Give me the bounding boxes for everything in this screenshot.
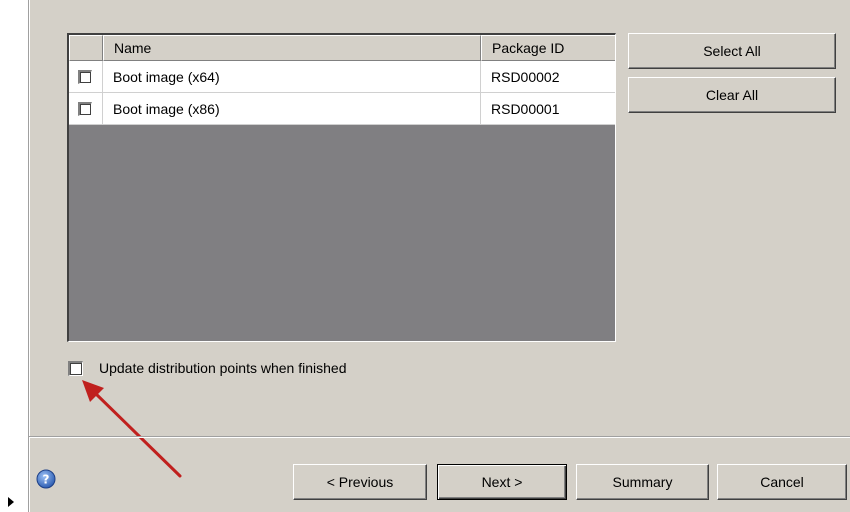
- left-navigation-strip: [0, 0, 28, 512]
- help-icon[interactable]: ?: [36, 469, 56, 489]
- select-all-button[interactable]: Select All: [628, 33, 836, 69]
- red-arrow-annotation: [82, 380, 182, 478]
- row-name: Boot image (x64): [103, 61, 481, 93]
- table-row[interactable]: Boot image (x64) RSD00002: [69, 61, 615, 93]
- list-header: Name Package ID: [69, 35, 615, 61]
- row-package-id: RSD00002: [491, 69, 560, 85]
- row-checkbox[interactable]: [78, 70, 92, 84]
- next-button[interactable]: Next >: [437, 464, 567, 500]
- row-checkbox-cell: [69, 93, 103, 125]
- previous-button[interactable]: < Previous: [293, 464, 427, 500]
- footer-separator-highlight: [29, 437, 850, 438]
- cancel-button[interactable]: Cancel: [717, 464, 847, 500]
- table-row[interactable]: Boot image (x86) RSD00001: [69, 93, 615, 125]
- summary-button[interactable]: Summary: [576, 464, 709, 500]
- row-checkbox-cell: [69, 61, 103, 93]
- row-package-id: RSD00001: [491, 101, 560, 117]
- svg-text:?: ?: [43, 473, 50, 487]
- expand-arrow-icon[interactable]: [6, 496, 16, 508]
- header-name[interactable]: Name: [103, 35, 481, 61]
- header-checkbox-column: [69, 35, 103, 61]
- clear-all-button[interactable]: Clear All: [628, 77, 836, 113]
- row-checkbox[interactable]: [78, 102, 92, 116]
- row-name: Boot image (x86): [103, 93, 481, 125]
- header-package-id[interactable]: Package ID: [481, 35, 615, 61]
- boot-image-list[interactable]: Name Package ID Boot image (x64) RSD0000…: [67, 33, 616, 342]
